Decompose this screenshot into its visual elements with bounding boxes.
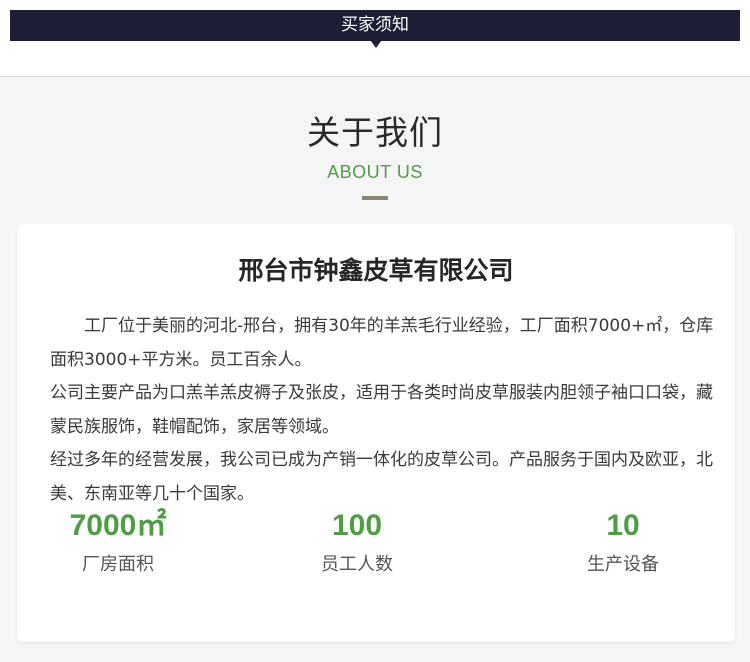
stat-value: 100 <box>331 509 383 542</box>
stat-employee-count: 100 员工人数 <box>257 508 457 576</box>
stat-value: 7000㎡ <box>69 509 167 542</box>
stat-label: 厂房面积 <box>82 554 154 575</box>
top-band: 买家须知 <box>0 0 750 77</box>
section-title: 关于我们 <box>307 113 443 152</box>
stat-value: 10 <box>606 509 640 542</box>
title-divider <box>362 196 388 200</box>
stat-label: 生产设备 <box>587 554 659 575</box>
notice-pointer-arrow-icon <box>371 41 381 48</box>
stat-factory-area: 7000㎡ 厂房面积 <box>18 508 218 576</box>
buyer-notice-label: 买家须知 <box>341 15 409 35</box>
intro-paragraph-2: 公司主要产品为口羔羊羔皮褥子及张皮，适用于各类时尚皮草服装内胆领子袖口口袋，藏蒙… <box>50 383 713 437</box>
intro-paragraph-1: 工厂位于美丽的河北-邢台，拥有30年的羊羔毛行业经验，工厂面积7000+㎡，仓库… <box>50 316 714 370</box>
about-section: 关于我们 ABOUT US 邢台市钟鑫皮草有限公司 工厂位于美丽的河北-邢台，拥… <box>0 77 750 662</box>
stat-label: 员工人数 <box>321 554 393 575</box>
company-intro: 工厂位于美丽的河北-邢台，拥有30年的羊羔毛行业经验，工厂面积7000+㎡，仓库… <box>50 310 715 511</box>
company-card: 邢台市钟鑫皮草有限公司 工厂位于美丽的河北-邢台，拥有30年的羊羔毛行业经验，工… <box>17 224 735 642</box>
section-subtitle: ABOUT US <box>327 162 423 182</box>
buyer-notice-bar[interactable]: 买家须知 <box>10 10 740 41</box>
stat-production-equipment: 10 生产设备 <box>523 508 723 576</box>
intro-paragraph-3: 经过多年的经营发展，我公司已成为产销一体化的皮草公司。产品服务于国内及欧亚，北美… <box>50 450 713 504</box>
company-name: 邢台市钟鑫皮草有限公司 <box>238 256 514 285</box>
